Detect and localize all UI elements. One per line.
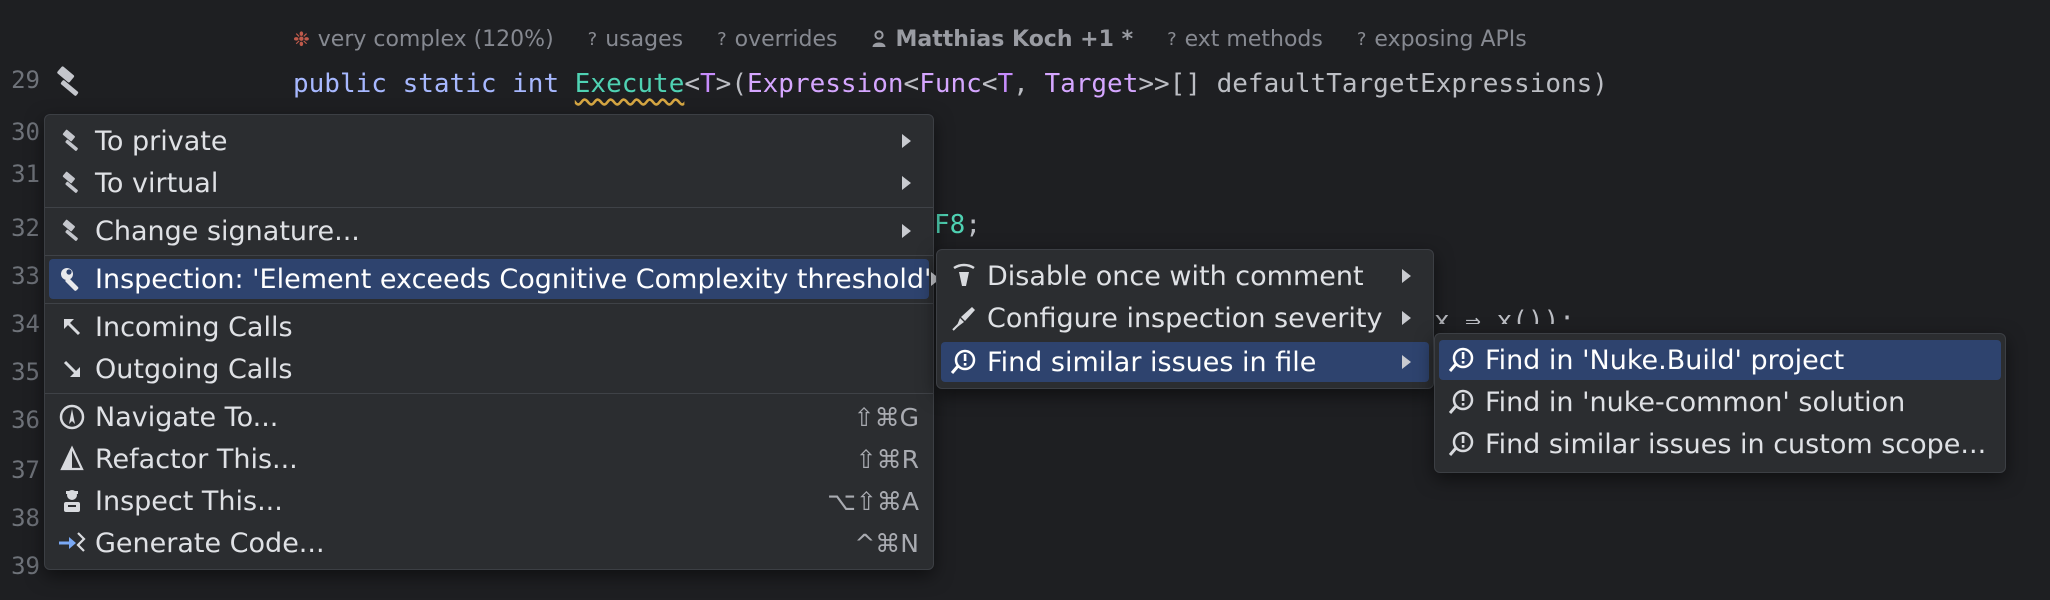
find-issue-icon (1445, 343, 1479, 377)
submenu-arrow-icon (1402, 355, 1411, 369)
menu-item-find-in-project[interactable]: Find in 'Nuke.Build' project (1439, 340, 2001, 380)
compass-icon (55, 400, 89, 434)
prism-icon (55, 442, 89, 476)
context-menu: To private To virtual Change signature..… (44, 114, 941, 570)
menu-item-inspect-this[interactable]: Inspect This... ⌥⇧⌘A (49, 481, 929, 521)
menu-item-outgoing-calls[interactable]: Outgoing Calls (49, 349, 929, 389)
menu-item-refactor-this[interactable]: Refactor This... ⇧⌘R (49, 439, 929, 479)
inspection-submenu: Disable once with comment Configure insp… (936, 249, 1434, 389)
usages-hint[interactable]: ? usages (588, 27, 683, 52)
shortcut-hint: ⇧⌘R (855, 444, 919, 474)
complexity-hint[interactable]: ❉ very complex (120%) (293, 27, 554, 52)
menu-item-inspection[interactable]: Inspection: 'Element exceeds Cognitive C… (49, 259, 941, 299)
menu-item-disable-once[interactable]: Disable once with comment (941, 256, 1429, 296)
user-icon (872, 30, 886, 47)
menu-item-to-private[interactable]: To private (49, 121, 929, 161)
inspector-icon (55, 484, 89, 518)
find-issue-icon (947, 345, 981, 379)
hammer-icon[interactable] (52, 64, 88, 100)
menu-item-find-custom-scope[interactable]: Find similar issues in custom scope... (1439, 424, 2001, 464)
menu-item-incoming-calls[interactable]: Incoming Calls (49, 307, 929, 347)
disable-inspection-icon (947, 259, 981, 293)
shortcut-hint: ⌥⇧⌘A (827, 486, 919, 516)
hammer-icon (55, 166, 89, 200)
complexity-icon: ❉ (293, 27, 310, 51)
find-issue-icon (1445, 385, 1479, 419)
menu-item-to-virtual[interactable]: To virtual (49, 163, 929, 203)
submenu-arrow-icon (902, 224, 911, 238)
question-mark-icon: ? (1356, 28, 1367, 50)
code-vision-hints: ❉ very complex (120%) ? usages ? overrid… (293, 22, 1527, 56)
generate-code-icon (55, 526, 89, 560)
hammer-icon (55, 214, 89, 248)
find-issue-icon (1445, 427, 1479, 461)
arrow-up-left-icon (55, 310, 89, 344)
line-number: 31 (11, 160, 40, 188)
overrides-hint[interactable]: ? overrides (717, 27, 837, 52)
menu-item-find-in-solution[interactable]: Find in 'nuke-common' solution (1439, 382, 2001, 422)
menu-separator (45, 255, 933, 256)
line-number: 35 (11, 358, 40, 386)
ext-methods-hint[interactable]: ? ext methods (1167, 27, 1323, 52)
code-line-method-signature[interactable]: public static int Execute<T>(Expression<… (293, 64, 1608, 104)
line-number: 38 (11, 504, 40, 532)
line-number: 37 (11, 456, 40, 484)
code-fragment: F8; (934, 210, 981, 240)
line-number: 36 (11, 406, 40, 434)
question-mark-icon: ? (587, 28, 598, 50)
menu-separator (45, 207, 933, 208)
wrench-icon (55, 262, 89, 296)
author-hint[interactable]: Matthias Koch +1 * (871, 27, 1133, 52)
line-number: 39 (11, 552, 40, 580)
shortcut-hint: ^⌘N (854, 528, 919, 558)
submenu-arrow-icon (1402, 311, 1411, 325)
menu-separator (45, 303, 933, 304)
hammer-icon (55, 124, 89, 158)
line-number: 32 (11, 214, 40, 242)
menu-item-change-signature[interactable]: Change signature... (49, 211, 929, 251)
menu-item-navigate-to[interactable]: Navigate To... ⇧⌘G (49, 397, 929, 437)
line-number: 29 (11, 66, 40, 94)
shortcut-hint: ⇧⌘G (853, 402, 919, 432)
submenu-arrow-icon (902, 176, 911, 190)
exposing-apis-hint[interactable]: ? exposing APIs (1357, 27, 1527, 52)
menu-item-configure-severity[interactable]: Configure inspection severity (941, 298, 1429, 338)
line-number: 30 (11, 118, 40, 146)
method-name[interactable]: Execute (575, 69, 685, 99)
question-mark-icon: ? (717, 28, 727, 50)
line-number: 33 (11, 262, 40, 290)
submenu-arrow-icon (1402, 269, 1411, 283)
arrow-down-right-icon (55, 352, 89, 386)
menu-separator (45, 393, 933, 394)
question-mark-icon: ? (1167, 28, 1177, 50)
menu-item-find-similar-in-file[interactable]: Find similar issues in file (941, 342, 1429, 382)
menu-item-generate-code[interactable]: Generate Code... ^⌘N (49, 523, 929, 563)
severity-brush-icon (947, 301, 981, 335)
find-similar-submenu: Find in 'Nuke.Build' project Find in 'nu… (1434, 333, 2006, 473)
line-number: 34 (11, 310, 40, 338)
submenu-arrow-icon (902, 134, 911, 148)
code-fragment: x ⇒ x()); (1434, 306, 1575, 336)
